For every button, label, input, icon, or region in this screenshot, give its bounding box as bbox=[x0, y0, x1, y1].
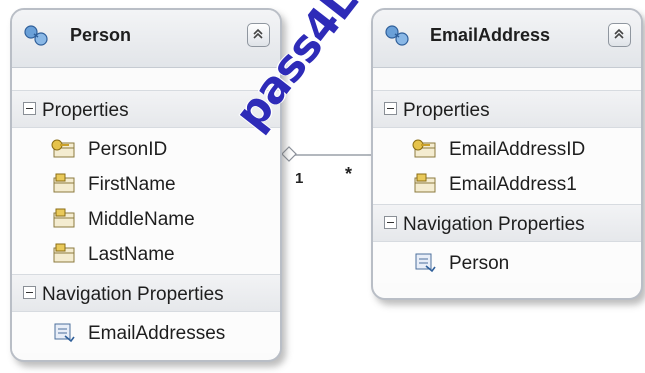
navigation-property-label: EmailAddresses bbox=[88, 323, 226, 344]
property-label: MiddleName bbox=[88, 209, 195, 230]
property-item[interactable]: EmailAddress1 bbox=[373, 166, 641, 201]
entity-title: EmailAddress bbox=[430, 25, 551, 45]
property-item[interactable]: LastName bbox=[12, 236, 280, 271]
section-label: Navigation Properties bbox=[403, 214, 585, 235]
navigation-section-header[interactable]: Navigation Properties bbox=[373, 204, 641, 242]
minus-toggle-icon[interactable] bbox=[384, 216, 397, 229]
property-item[interactable]: FirstName bbox=[12, 166, 280, 201]
multiplicity-person-end: 1 bbox=[295, 170, 304, 187]
section-label: Properties bbox=[403, 100, 490, 121]
scalar-property-icon bbox=[50, 173, 78, 195]
scalar-property-icon bbox=[50, 208, 78, 230]
navigation-property-icon bbox=[50, 322, 78, 344]
properties-section-header[interactable]: Properties bbox=[373, 90, 641, 128]
section-label: Properties bbox=[42, 100, 129, 121]
section-label: Navigation Properties bbox=[42, 284, 224, 305]
property-item[interactable]: EmailAddressID bbox=[373, 131, 641, 166]
entity-type-icon bbox=[383, 23, 413, 49]
navigation-property-item[interactable]: Person bbox=[373, 245, 641, 280]
entity-header[interactable]: EmailAddress bbox=[373, 10, 641, 68]
navigation-section-header[interactable]: Navigation Properties bbox=[12, 274, 280, 312]
multiplicity-email-end: * bbox=[345, 164, 353, 184]
scalar-property-icon bbox=[50, 243, 78, 265]
navigation-property-item[interactable]: EmailAddresses bbox=[12, 315, 280, 350]
double-chevron-up-icon bbox=[253, 28, 263, 39]
double-chevron-up-icon bbox=[614, 28, 624, 39]
entity-title: Person bbox=[70, 25, 132, 45]
property-item[interactable]: PersonID bbox=[12, 131, 280, 166]
navigation-property-label: Person bbox=[449, 253, 510, 274]
minus-toggle-icon[interactable] bbox=[23, 286, 36, 299]
property-item[interactable]: MiddleName bbox=[12, 201, 280, 236]
collapse-button[interactable] bbox=[608, 23, 631, 47]
entity-header[interactable]: Person bbox=[12, 10, 280, 68]
minus-toggle-icon[interactable] bbox=[23, 102, 36, 115]
property-label: FirstName bbox=[88, 174, 176, 195]
association-end-diamond bbox=[281, 146, 297, 162]
entity-type-icon bbox=[22, 23, 52, 49]
key-property-icon bbox=[50, 138, 78, 160]
property-label: EmailAddress1 bbox=[449, 174, 577, 195]
collapse-button[interactable] bbox=[247, 23, 270, 47]
entity-emailaddress[interactable]: EmailAddress Properties EmailAddressID E… bbox=[371, 8, 643, 300]
navigation-property-icon bbox=[411, 252, 439, 274]
scalar-property-icon bbox=[411, 173, 439, 195]
minus-toggle-icon[interactable] bbox=[384, 102, 397, 115]
key-property-icon bbox=[411, 138, 439, 160]
property-label: EmailAddressID bbox=[449, 139, 586, 160]
entity-person[interactable]: Person Properties PersonID FirstName Mid… bbox=[10, 8, 282, 362]
property-label: LastName bbox=[88, 244, 175, 265]
property-label: PersonID bbox=[88, 139, 168, 160]
